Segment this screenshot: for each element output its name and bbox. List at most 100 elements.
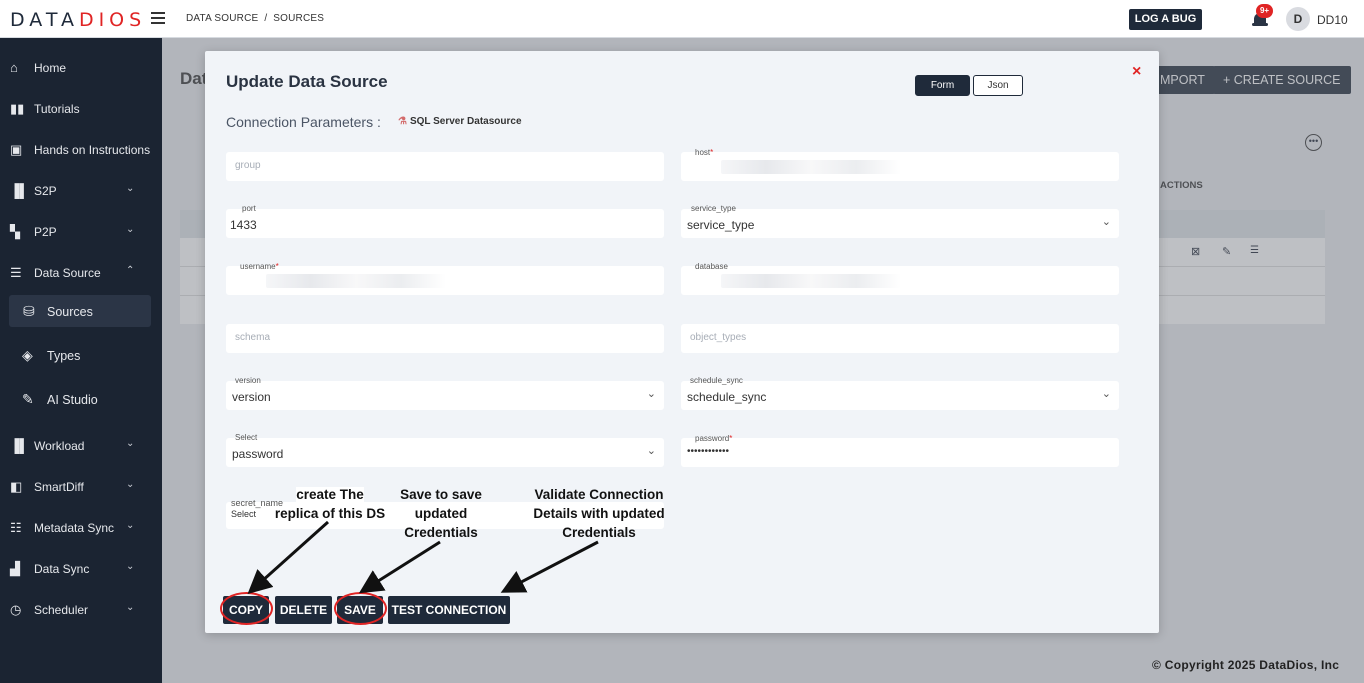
test-connection-button[interactable]: TEST CONNECTION [388, 596, 510, 624]
field-value: password [232, 447, 284, 461]
field-value: 1433 [230, 218, 257, 232]
field-value: Select [231, 509, 257, 519]
notification-badge: 9+ [1256, 4, 1273, 18]
chevron-up-icon: ⌃ [126, 265, 135, 276]
database-icon: ⛁ [23, 303, 35, 319]
sync-icon: ▟ [10, 561, 20, 576]
port-field[interactable]: port 1433 [226, 204, 664, 238]
field-placeholder: schema [235, 332, 271, 343]
username-field[interactable]: username* [226, 262, 664, 295]
list-icon: ☰ [10, 265, 22, 280]
schedule-sync-select[interactable]: schedule_sync schedule_sync ⌄ [681, 376, 1119, 410]
field-label: service_type [691, 204, 736, 213]
sidebar-item-scheduler[interactable]: ◷ Scheduler ⌄ [0, 595, 162, 625]
sql-server-icon: ⚗ [398, 116, 407, 127]
sidebar-item-label: Scheduler [34, 603, 89, 617]
field-placeholder: group [235, 160, 261, 171]
log-a-bug-button[interactable]: LOG A BUG [1129, 9, 1202, 30]
close-icon[interactable]: × [1132, 63, 1141, 81]
sidebar-item-workload[interactable]: ▐▌ Workload ⌄ [0, 431, 162, 461]
avatar[interactable]: D [1286, 7, 1310, 31]
workload-icon: ▐▌ [10, 438, 29, 453]
group-field[interactable]: group [226, 152, 664, 181]
app-logo[interactable]: DATADIOS [10, 9, 146, 31]
breadcrumb: DATA SOURCE / SOURCES [186, 13, 325, 24]
edit-icon: ✎ [22, 391, 34, 407]
top-bar: DATADIOS DATA SOURCE / SOURCES LOG A BUG… [0, 0, 1364, 38]
password-field[interactable]: password* •••••••••••• [681, 434, 1119, 467]
chevron-down-icon: ⌄ [1101, 216, 1111, 228]
sidebar-item-p2p[interactable]: ▚ P2P ⌄ [0, 217, 162, 247]
sidebar-item-label: Tutorials [34, 102, 80, 116]
field-placeholder: object_types [690, 332, 747, 343]
service-type-select[interactable]: service_type service_type ⌄ [681, 204, 1119, 238]
s2p-icon: ▐▌ [10, 183, 29, 198]
sidebar-item-metadata-sync[interactable]: ☷ Metadata Sync ⌄ [0, 513, 162, 543]
sidebar-item-label: AI Studio [47, 393, 98, 407]
credential-type-select[interactable]: Select password ⌄ [226, 433, 664, 467]
chevron-down-icon: ⌄ [1101, 388, 1111, 400]
delete-button[interactable]: DELETE [275, 596, 332, 624]
field-label: username* [240, 262, 279, 271]
object-types-field[interactable]: object_types [681, 324, 1119, 353]
version-select[interactable]: version version ⌄ [226, 376, 664, 410]
field-label: version [235, 376, 261, 385]
highlight-ring-save [334, 592, 387, 625]
metadata-icon: ☷ [10, 520, 22, 535]
connection-parameters-label: Connection Parameters : [226, 114, 381, 130]
field-value: •••••••••••• [687, 446, 730, 457]
field-label: password* [695, 434, 733, 443]
database-field[interactable]: database [681, 262, 1119, 295]
field-value: version [232, 390, 271, 404]
host-field[interactable]: host* [681, 148, 1119, 181]
sidebar-item-label: P2P [34, 225, 57, 239]
chevron-down-icon: ⌄ [646, 388, 656, 400]
redacted-value [721, 274, 901, 288]
field-label: port [242, 204, 256, 213]
sidebar-item-home[interactable]: ⌂ Home [0, 53, 162, 83]
user-name[interactable]: DD10 [1317, 13, 1348, 27]
hamburger-menu-icon[interactable] [151, 12, 165, 24]
book-icon: ▮▮ [10, 101, 25, 116]
diff-icon: ◧ [10, 479, 23, 494]
sidebar-item-label: Data Source [34, 266, 101, 280]
field-value: schedule_sync [687, 390, 767, 404]
modal-title: Update Data Source [226, 72, 388, 91]
sidebar-item-tutorials[interactable]: ▮▮ Tutorials [0, 94, 162, 124]
highlight-ring-copy [220, 592, 273, 625]
field-label: host* [695, 148, 714, 157]
chevron-down-icon: ⌄ [126, 561, 135, 572]
sidebar-item-label: Data Sync [34, 562, 90, 576]
layers-icon: ◈ [22, 347, 33, 363]
chevron-down-icon: ⌄ [126, 520, 135, 531]
chevron-down-icon: ⌄ [646, 445, 656, 457]
sidebar-item-label: Types [47, 349, 81, 363]
redacted-value [266, 274, 446, 288]
field-label: Select [235, 433, 258, 442]
sidebar-item-ai-studio[interactable]: ✎ AI Studio [0, 383, 162, 415]
sidebar-item-data-source[interactable]: ☰ Data Source ⌃ [0, 258, 162, 288]
sidebar-item-label: Sources [47, 305, 93, 319]
sidebar-item-data-sync[interactable]: ▟ Data Sync ⌄ [0, 554, 162, 584]
sidebar-item-label: Workload [34, 439, 85, 453]
sidebar: ⌂ Home ▮▮ Tutorials ▣ Hands on Instructi… [0, 38, 162, 683]
json-toggle-button[interactable]: Json [973, 75, 1023, 96]
chevron-down-icon: ⌄ [126, 479, 135, 490]
briefcase-icon: ▣ [10, 142, 23, 157]
sidebar-item-hands-on-instructions[interactable]: ▣ Hands on Instructions [0, 135, 162, 165]
schema-field[interactable]: schema [226, 324, 664, 353]
sidebar-item-sources[interactable]: ⛁ Sources [9, 295, 151, 327]
sidebar-item-types[interactable]: ◈ Types [0, 339, 162, 371]
form-toggle-button[interactable]: Form [915, 75, 970, 96]
sidebar-item-label: Metadata Sync [34, 521, 115, 535]
chevron-down-icon: ⌄ [126, 183, 135, 194]
field-label: schedule_sync [690, 376, 743, 385]
sidebar-item-smartdiff[interactable]: ◧ SmartDiff ⌄ [0, 472, 162, 502]
annotation-save: Save to save updated Credentials [400, 487, 482, 540]
sidebar-item-label: S2P [34, 184, 57, 198]
p2p-icon: ▚ [10, 224, 20, 239]
field-label: database [695, 262, 728, 271]
sidebar-item-label: Hands on Instructions [34, 143, 151, 157]
sidebar-item-s2p[interactable]: ▐▌ S2P ⌄ [0, 176, 162, 206]
update-data-source-modal: Update Data Source Form Json × Connectio… [205, 51, 1159, 633]
